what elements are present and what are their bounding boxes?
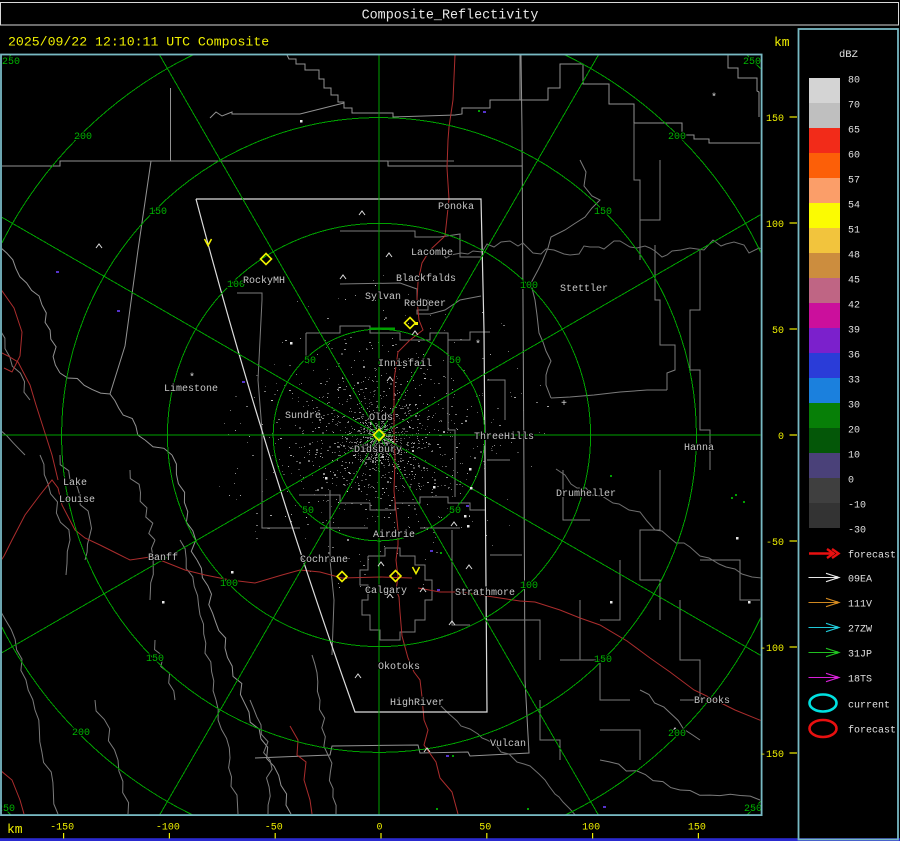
svg-text:45: 45: [848, 276, 860, 287]
svg-text:100: 100: [520, 281, 538, 292]
svg-text:150: 150: [766, 114, 784, 125]
svg-text:km: km: [774, 35, 790, 50]
svg-text:Vulcan: Vulcan: [490, 738, 526, 750]
svg-text:Okotoks: Okotoks: [378, 661, 420, 673]
svg-text:31JP: 31JP: [848, 650, 872, 661]
svg-text:20: 20: [848, 426, 860, 437]
svg-text:39: 39: [848, 326, 860, 337]
svg-text:Hanna: Hanna: [684, 443, 714, 454]
svg-text:30: 30: [848, 401, 860, 412]
svg-text:-50: -50: [265, 823, 283, 834]
svg-text:current: current: [848, 701, 890, 712]
svg-text:-30: -30: [848, 526, 866, 537]
svg-text:*: *: [711, 92, 717, 104]
svg-text:Blackfalds: Blackfalds: [396, 273, 456, 285]
svg-text:0: 0: [848, 476, 854, 487]
svg-text:+: +: [561, 399, 567, 410]
svg-text:200: 200: [668, 729, 686, 740]
svg-text:Stettler: Stettler: [560, 283, 608, 295]
svg-text:Brooks: Brooks: [694, 695, 730, 707]
svg-text:50: 50: [772, 326, 784, 337]
svg-text:Limestone: Limestone: [164, 383, 218, 395]
svg-text:forecast: forecast: [848, 725, 896, 737]
svg-text:-100: -100: [760, 644, 784, 655]
svg-text:111V: 111V: [848, 600, 872, 611]
svg-text:0: 0: [376, 823, 382, 834]
svg-text:50: 50: [449, 356, 461, 367]
svg-text:*: *: [189, 372, 195, 384]
svg-text:250: 250: [2, 57, 20, 68]
svg-text:RockyMH: RockyMH: [243, 275, 285, 287]
svg-text:60: 60: [848, 151, 860, 162]
svg-text:Composite_Reflectivity: Composite_Reflectivity: [362, 9, 539, 24]
svg-text:42: 42: [848, 301, 860, 312]
svg-text:Innisfail: Innisfail: [378, 358, 432, 370]
svg-text:Cochrane: Cochrane: [300, 554, 348, 566]
svg-text:150: 150: [594, 655, 612, 666]
svg-text:50: 50: [479, 823, 491, 834]
svg-text:Louise: Louise: [59, 494, 95, 506]
svg-text:Calgary: Calgary: [365, 585, 407, 597]
svg-text:Airdrie: Airdrie: [373, 529, 415, 541]
svg-text:50: 50: [302, 506, 314, 517]
svg-text:57: 57: [848, 176, 860, 187]
svg-text:50: 50: [449, 506, 461, 517]
svg-text:Sylvan: Sylvan: [365, 291, 401, 303]
svg-text:150: 150: [149, 207, 167, 218]
svg-text:Didsbury: Didsbury: [354, 444, 402, 456]
svg-text:Banff: Banff: [148, 552, 178, 564]
svg-text:RedDeer: RedDeer: [404, 298, 446, 310]
svg-text:km: km: [7, 822, 23, 837]
svg-text:ThreeHills: ThreeHills: [474, 431, 534, 443]
svg-text:200: 200: [74, 132, 92, 143]
svg-text:70: 70: [848, 101, 860, 112]
svg-text:250: 250: [0, 804, 15, 815]
svg-text:36: 36: [848, 351, 860, 362]
svg-text:Lacombe: Lacombe: [411, 247, 453, 259]
svg-text:27ZW: 27ZW: [848, 625, 872, 636]
svg-text:Lake: Lake: [63, 477, 87, 489]
svg-text:150: 150: [146, 654, 164, 665]
svg-text:HighRiver: HighRiver: [390, 697, 444, 709]
svg-text:-50: -50: [766, 538, 784, 549]
svg-text:forecast: forecast: [848, 550, 896, 562]
svg-text:200: 200: [72, 728, 90, 739]
svg-text:100: 100: [220, 579, 238, 590]
svg-text:0: 0: [778, 432, 784, 443]
svg-text:50: 50: [304, 356, 316, 367]
svg-text:250: 250: [744, 804, 762, 815]
svg-text:150: 150: [688, 823, 706, 834]
svg-text:Sundre: Sundre: [285, 410, 321, 422]
svg-text:-150: -150: [760, 750, 784, 761]
svg-text:200: 200: [668, 132, 686, 143]
svg-text:dBZ: dBZ: [839, 49, 858, 61]
svg-text:48: 48: [848, 251, 860, 262]
svg-text:100: 100: [582, 823, 600, 834]
svg-text:2025/09/22 12:10:11 UTC Compos: 2025/09/22 12:10:11 UTC Composite: [8, 35, 269, 50]
svg-text:51: 51: [848, 226, 860, 237]
svg-text:-100: -100: [156, 823, 180, 834]
svg-text:-10: -10: [848, 501, 866, 512]
svg-text:-150: -150: [50, 823, 74, 834]
svg-text:Ponoka: Ponoka: [438, 201, 474, 213]
svg-text:18TS: 18TS: [848, 675, 872, 686]
svg-text:54: 54: [848, 201, 860, 212]
svg-text:100: 100: [766, 220, 784, 231]
svg-text:Drumheller: Drumheller: [556, 488, 616, 500]
svg-text:09EA: 09EA: [848, 575, 872, 586]
svg-text:65: 65: [848, 126, 860, 137]
svg-text:100: 100: [520, 581, 538, 592]
svg-text:250: 250: [743, 57, 761, 68]
svg-text:*: *: [475, 339, 481, 351]
svg-text:33: 33: [848, 376, 860, 387]
svg-text:Olds: Olds: [369, 412, 393, 424]
svg-text:80: 80: [848, 76, 860, 87]
svg-text:10: 10: [848, 451, 860, 462]
svg-text:Strathmore: Strathmore: [455, 587, 515, 599]
svg-text:150: 150: [594, 207, 612, 218]
